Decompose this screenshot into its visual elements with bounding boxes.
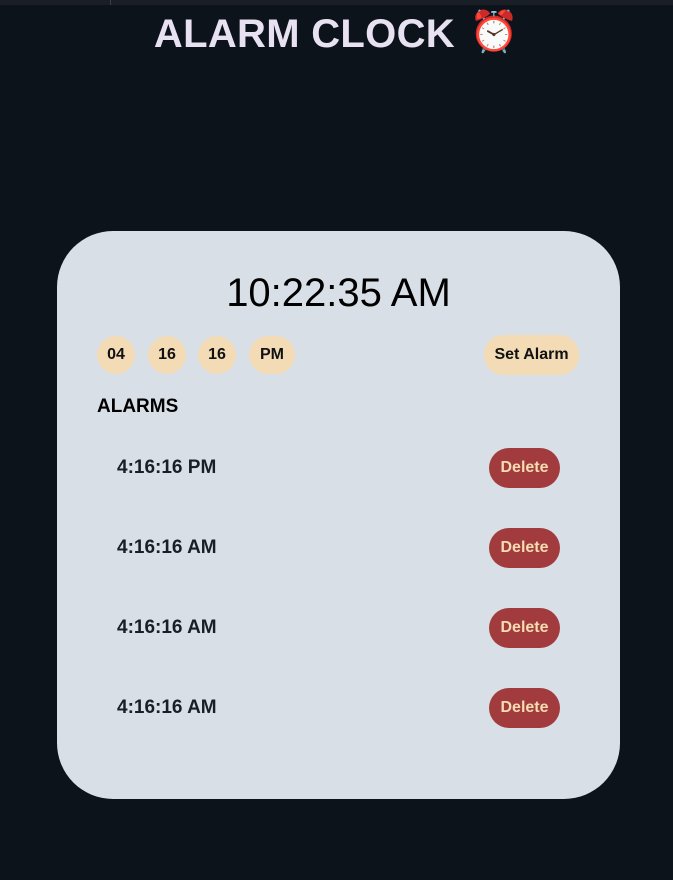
alarm-item: 4:16:16 AM Delete [57, 528, 620, 608]
alarm-time: 4:16:16 AM [117, 537, 217, 558]
minute-input[interactable]: 16 [148, 336, 186, 374]
alarm-item: 4:16:16 AM Delete [57, 688, 620, 768]
alarm-card: 10:22:35 AM 04 16 16 PM Set Alarm ALARMS… [57, 231, 620, 799]
alarm-clock-icon: ⏰ [468, 10, 520, 55]
alarm-item: 4:16:16 PM Delete [57, 448, 620, 528]
alarm-list: 4:16:16 PM Delete 4:16:16 AM Delete 4:16… [57, 448, 620, 768]
alarms-heading: ALARMS [97, 396, 179, 417]
ampm-select[interactable]: PM [249, 336, 295, 374]
page-title-text: ALARM CLOCK [153, 12, 455, 56]
current-time: 10:22:35 AM [226, 271, 451, 315]
second-input[interactable]: 16 [198, 336, 236, 374]
alarm-item: 4:16:16 AM Delete [57, 608, 620, 688]
page-title: ALARM CLOCK ⏰ [0, 10, 673, 60]
alarm-time: 4:16:16 PM [117, 457, 217, 478]
hour-input[interactable]: 04 [97, 336, 135, 374]
delete-alarm-button[interactable]: Delete [489, 528, 560, 568]
delete-alarm-button[interactable]: Delete [489, 688, 560, 728]
delete-alarm-button[interactable]: Delete [489, 448, 560, 488]
alarm-time: 4:16:16 AM [117, 617, 217, 638]
top-bar-divider [110, 0, 111, 5]
set-alarm-button[interactable]: Set Alarm [484, 335, 579, 375]
delete-alarm-button[interactable]: Delete [489, 608, 560, 648]
top-bar [0, 0, 673, 5]
alarm-time: 4:16:16 AM [117, 697, 217, 718]
